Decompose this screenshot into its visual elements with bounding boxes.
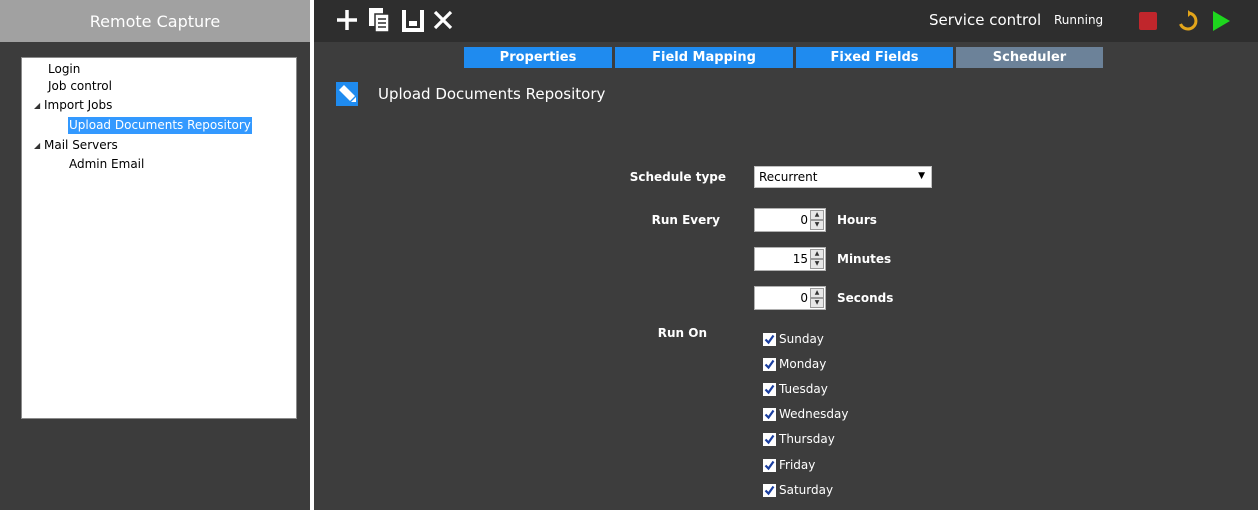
copy-icon[interactable] bbox=[366, 6, 392, 34]
increment-icon[interactable]: ▲ bbox=[810, 288, 824, 298]
add-icon[interactable] bbox=[334, 6, 360, 34]
service-status: Running bbox=[1054, 13, 1104, 27]
decrement-icon[interactable]: ▼ bbox=[810, 220, 824, 230]
run-on-label: Run On bbox=[657, 326, 707, 340]
hours-label: Hours bbox=[837, 213, 877, 227]
tree-item-job-control[interactable]: Job control bbox=[48, 78, 112, 95]
day-checkbox-thursday[interactable]: Thursday bbox=[763, 430, 835, 448]
day-checkbox-friday[interactable]: Friday bbox=[763, 456, 815, 474]
app-title: Remote Capture bbox=[0, 0, 310, 42]
checkmark-icon[interactable] bbox=[763, 332, 776, 346]
seconds-label: Seconds bbox=[837, 291, 894, 305]
day-checkbox-saturday[interactable]: Saturday bbox=[763, 481, 833, 499]
tree-item-label: Admin Email bbox=[69, 157, 145, 171]
restart-icon[interactable] bbox=[1177, 10, 1199, 32]
service-control-label: Service control bbox=[929, 11, 1042, 29]
app-window: Remote Capture Login Job control ◢ Import… bbox=[0, 0, 1258, 510]
decrement-icon[interactable]: ▼ bbox=[810, 298, 824, 308]
minutes-value: 15 bbox=[792, 252, 808, 266]
minutes-label: Minutes bbox=[837, 252, 892, 266]
checkmark-icon[interactable] bbox=[763, 458, 776, 472]
day-label: Tuesday bbox=[779, 382, 828, 396]
increment-icon[interactable]: ▲ bbox=[810, 210, 824, 220]
navigation-panel: Remote Capture Login Job control ◢ Import… bbox=[0, 0, 310, 510]
seconds-value: 0 bbox=[800, 291, 808, 305]
schedule-type-label: Schedule type bbox=[629, 170, 726, 184]
day-label: Thursday bbox=[779, 432, 835, 446]
day-checkbox-tuesday[interactable]: Tuesday bbox=[763, 380, 828, 398]
tree-item-label: Import Jobs bbox=[44, 98, 113, 112]
day-label: Wednesday bbox=[779, 407, 849, 421]
minutes-stepper[interactable]: 15 ▲ ▼ bbox=[754, 247, 826, 271]
tree-item-import-jobs[interactable]: ◢ Import Jobs bbox=[34, 97, 112, 114]
hours-value: 0 bbox=[800, 213, 808, 227]
page-title: Upload Documents Repository bbox=[378, 85, 606, 103]
navigation-tree[interactable]: Login Job control ◢ Import Jobs Upload Do… bbox=[21, 57, 297, 419]
checkmark-icon[interactable] bbox=[763, 357, 776, 371]
start-icon[interactable] bbox=[1210, 10, 1232, 32]
edit-icon bbox=[336, 82, 358, 106]
save-icon[interactable] bbox=[400, 6, 426, 34]
expanded-triangle-icon[interactable]: ◢ bbox=[34, 137, 44, 154]
day-checkbox-wednesday[interactable]: Wednesday bbox=[763, 405, 848, 423]
tab-scheduler[interactable]: Scheduler bbox=[956, 47, 1103, 68]
expanded-triangle-icon[interactable]: ◢ bbox=[34, 97, 44, 114]
checkmark-icon[interactable] bbox=[763, 382, 776, 396]
checkmark-icon[interactable] bbox=[763, 432, 776, 446]
main-panel: Service control Running Properties Field… bbox=[314, 0, 1258, 510]
day-checkbox-monday[interactable]: Monday bbox=[763, 355, 826, 373]
tree-item-upload-documents-repository[interactable]: Upload Documents Repository bbox=[68, 117, 252, 134]
stop-icon[interactable] bbox=[1137, 10, 1159, 32]
run-every-label: Run Every bbox=[651, 213, 720, 227]
day-label: Friday bbox=[779, 458, 816, 472]
decrement-icon[interactable]: ▼ bbox=[810, 259, 824, 269]
tree-item-label: Mail Servers bbox=[44, 138, 118, 152]
tree-item-mail-servers[interactable]: ◢ Mail Servers bbox=[34, 137, 118, 154]
schedule-type-value: Recurrent bbox=[759, 170, 818, 184]
tab-fixed-fields[interactable]: Fixed Fields bbox=[796, 47, 953, 68]
day-label: Saturday bbox=[779, 483, 834, 497]
checkmark-icon[interactable] bbox=[763, 483, 776, 497]
tree-item-label: Job control bbox=[48, 79, 112, 93]
dropdown-arrow-icon: ▼ bbox=[918, 171, 925, 181]
day-label: Monday bbox=[779, 357, 827, 371]
tree-item-admin-email[interactable]: Admin Email bbox=[69, 156, 144, 173]
checkmark-icon[interactable] bbox=[763, 407, 776, 421]
toolbar: Service control Running bbox=[314, 0, 1258, 42]
tree-item-login[interactable]: Login bbox=[48, 61, 80, 78]
day-label: Sunday bbox=[779, 332, 824, 346]
hours-stepper[interactable]: 0 ▲ ▼ bbox=[754, 208, 826, 232]
seconds-stepper[interactable]: 0 ▲ ▼ bbox=[754, 286, 826, 310]
day-checkbox-sunday[interactable]: Sunday bbox=[763, 330, 824, 348]
tab-field-mapping[interactable]: Field Mapping bbox=[615, 47, 793, 68]
delete-icon[interactable] bbox=[430, 6, 456, 34]
tree-item-label: Login bbox=[48, 62, 81, 76]
schedule-type-select[interactable]: Recurrent ▼ bbox=[754, 166, 932, 188]
increment-icon[interactable]: ▲ bbox=[810, 249, 824, 259]
tab-properties[interactable]: Properties bbox=[464, 47, 612, 68]
tree-item-label: Upload Documents Repository bbox=[69, 118, 251, 132]
